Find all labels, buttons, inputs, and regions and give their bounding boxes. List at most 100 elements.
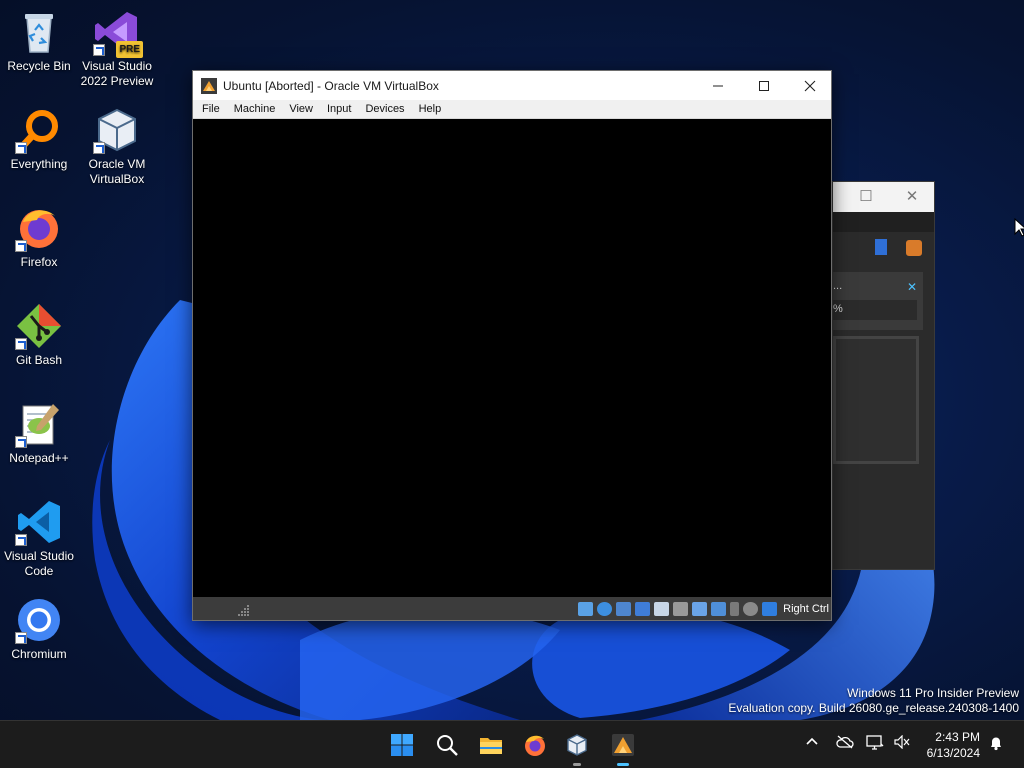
- shortcut-arrow-icon: [15, 632, 27, 644]
- shortcut-arrow-icon: [15, 338, 27, 350]
- search-icon: [437, 735, 458, 756]
- background-window-bar: [833, 212, 934, 232]
- chromium-icon: [15, 596, 63, 644]
- desktop-icon-everything[interactable]: Everything: [0, 106, 78, 172]
- keyboard-icon[interactable]: [762, 601, 778, 616]
- shortcut-arrow-icon: [15, 534, 27, 546]
- maximize-button[interactable]: [741, 71, 787, 100]
- minimize-button[interactable]: [695, 71, 741, 100]
- background-window-titlebar[interactable]: ☐ ✕: [833, 182, 934, 212]
- virtualbox-icon: [567, 734, 587, 756]
- onedrive-offline-icon[interactable]: [836, 735, 854, 753]
- desktop-icon-chromium[interactable]: Chromium: [0, 596, 78, 662]
- shortcut-arrow-icon: [93, 142, 105, 154]
- taskbar: 2:43 PM 6/13/2024: [0, 720, 1024, 768]
- git-bash-label: Git Bash: [15, 353, 63, 367]
- virtualbox-label: Oracle VM VirtualBox: [88, 157, 146, 186]
- network-icon[interactable]: [866, 735, 884, 753]
- desktop-icon-virtualbox[interactable]: Oracle VM VirtualBox: [78, 106, 156, 187]
- virtualbox-vm-icon: [201, 77, 217, 94]
- vm-display[interactable]: [193, 119, 831, 597]
- firefox-icon: [15, 204, 63, 252]
- virtualbox-icon: [93, 106, 141, 154]
- notification-bell-icon[interactable]: [987, 735, 1005, 753]
- watermark-build: Evaluation copy. Build 26080.ge_release.…: [728, 701, 1019, 715]
- desktop-icon-notepad-plus-plus[interactable]: Notepad++: [0, 400, 78, 466]
- percent-text: %: [833, 303, 843, 315]
- clear-icon[interactable]: [906, 240, 922, 256]
- shortcut-arrow-icon: [15, 142, 27, 154]
- mouse-integration-icon[interactable]: [743, 601, 759, 616]
- system-clock[interactable]: 2:43 PM 6/13/2024: [927, 729, 980, 761]
- taskbar-virtualbox-vm[interactable]: [607, 729, 639, 766]
- minimize-icon: [713, 85, 723, 86]
- maximize-icon[interactable]: ☐: [855, 186, 877, 208]
- menu-help[interactable]: Help: [419, 103, 442, 115]
- taskbar-virtualbox-manager[interactable]: [561, 729, 593, 766]
- clock-time: 2:43 PM: [935, 730, 980, 744]
- window-titlebar[interactable]: Ubuntu [Aborted] - Oracle VM VirtualBox: [193, 71, 831, 100]
- git-bash-icon: [15, 302, 63, 350]
- start-button[interactable]: [386, 729, 418, 761]
- background-window-content: [833, 336, 919, 464]
- chevron-up-icon[interactable]: [803, 735, 821, 753]
- file-explorer-button[interactable]: [475, 729, 507, 761]
- menu-view[interactable]: View: [289, 103, 313, 115]
- display-icon[interactable]: [692, 601, 708, 616]
- host-key-label: Right Ctrl: [783, 602, 829, 615]
- desktop-icon-vscode[interactable]: Visual Studio Code: [0, 498, 78, 579]
- audio-icon[interactable]: [616, 601, 632, 616]
- firefox-label: Firefox: [20, 255, 58, 269]
- desktop-icon-recycle-bin[interactable]: Recycle Bin: [0, 8, 78, 74]
- firefox-icon: [525, 735, 545, 756]
- background-partial-text: ...: [833, 280, 843, 292]
- sort-icon[interactable]: [875, 239, 887, 255]
- everything-label: Everything: [10, 157, 68, 171]
- maximize-icon: [759, 80, 769, 91]
- background-window-panel: ... ✕ %: [833, 272, 923, 330]
- desktop-icon-firefox[interactable]: Firefox: [0, 204, 78, 270]
- resize-grip-icon[interactable]: [237, 603, 251, 617]
- shortcut-arrow-icon: [15, 436, 27, 448]
- menu-input[interactable]: Input: [327, 103, 351, 115]
- window-title: Ubuntu [Aborted] - Oracle VM VirtualBox: [223, 78, 439, 93]
- hard-disk-icon[interactable]: [578, 601, 594, 616]
- desktop-icon-git-bash[interactable]: Git Bash: [0, 302, 78, 368]
- visual-studio-icon: PRE: [93, 8, 143, 58]
- cpu-icon[interactable]: [730, 601, 740, 616]
- menu-devices[interactable]: Devices: [365, 103, 404, 115]
- clock-date: 6/13/2024: [926, 746, 980, 760]
- network-icon[interactable]: [635, 601, 651, 616]
- search-button[interactable]: [431, 729, 463, 761]
- taskbar-firefox-button[interactable]: [519, 729, 551, 761]
- menu-machine[interactable]: Machine: [234, 103, 276, 115]
- everything-icon: [15, 106, 63, 154]
- shared-folders-icon[interactable]: [673, 601, 689, 616]
- menu-file[interactable]: File: [202, 103, 220, 115]
- shortcut-arrow-icon: [15, 240, 27, 252]
- mouse-cursor-icon: [1014, 218, 1024, 237]
- chromium-label: Chromium: [11, 647, 67, 661]
- close-icon: [804, 80, 816, 91]
- volume-muted-icon[interactable]: [893, 734, 911, 753]
- preview-badge: PRE: [116, 41, 143, 58]
- file-explorer-icon: [480, 738, 502, 754]
- visual-studio-label: Visual Studio 2022 Preview: [80, 59, 154, 88]
- notepad-plus-plus-icon: [15, 400, 63, 448]
- windows-watermark: Windows 11 Pro Insider Preview Evaluatio…: [728, 686, 1019, 716]
- usb-icon[interactable]: [654, 601, 670, 616]
- virtualbox-vm-window[interactable]: Ubuntu [Aborted] - Oracle VM VirtualBox …: [192, 70, 832, 621]
- close-icon[interactable]: ✕: [901, 186, 923, 208]
- background-window[interactable]: ☐ ✕ ... ✕ %: [832, 181, 935, 570]
- recycle-bin-label: Recycle Bin: [7, 59, 71, 73]
- vscode-label: Visual Studio Code: [4, 549, 74, 578]
- optical-drive-icon[interactable]: [597, 601, 613, 616]
- desktop-icon-visual-studio-2022[interactable]: PRE Visual Studio 2022 Preview: [78, 8, 156, 89]
- vscode-icon: [15, 498, 63, 546]
- close-button[interactable]: [787, 71, 833, 100]
- menu-bar: File Machine View Input Devices Help: [193, 100, 831, 119]
- video-capture-icon[interactable]: [711, 601, 727, 616]
- active-indicator: [617, 763, 629, 766]
- close-icon[interactable]: ✕: [907, 280, 917, 294]
- recycle-bin-icon: [15, 8, 63, 56]
